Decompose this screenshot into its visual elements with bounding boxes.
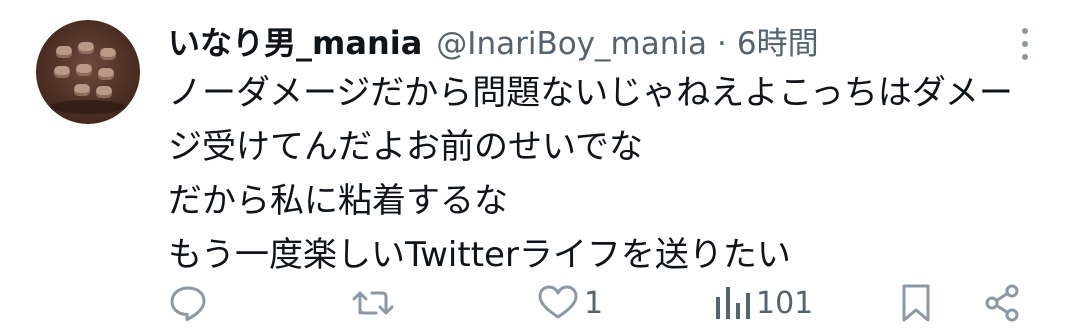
- tweet-header: いなり男_mania @InariBoy_mania · 6時間: [168, 18, 819, 66]
- like-count: 1: [584, 285, 604, 321]
- share-icon: [985, 284, 1019, 322]
- views-button[interactable]: 101: [712, 278, 813, 328]
- bookmark-button[interactable]: [896, 278, 936, 328]
- user-handle[interactable]: @InariBoy_mania: [436, 26, 707, 62]
- heart-icon: [538, 285, 578, 319]
- more-options-icon[interactable]: [1016, 26, 1036, 62]
- action-bar: 1 101: [0, 278, 1080, 328]
- timestamp[interactable]: 6時間: [737, 18, 819, 63]
- view-count: 101: [756, 285, 814, 321]
- reply-button[interactable]: [168, 278, 208, 328]
- bookmark-icon: [902, 284, 930, 322]
- tweet-text-line: ジ受けてんだよお前のせいでな: [168, 127, 643, 167]
- avatar[interactable]: [36, 20, 140, 124]
- avatar-food-icon: [74, 84, 90, 96]
- avatar-food-icon: [76, 64, 92, 76]
- tweet-text-line: だから私に粘着するな: [168, 181, 508, 221]
- reply-icon: [170, 286, 206, 321]
- share-button[interactable]: [982, 278, 1022, 328]
- avatar-food-icon: [56, 46, 72, 58]
- avatar-food-icon: [54, 66, 70, 78]
- tweet-text: ノーダメージだから問題ないじゃねえよこっちはダメー ジ受けてんだよお前のせいでな…: [168, 66, 1058, 282]
- avatar-food-icon: [78, 42, 94, 54]
- tweet-card[interactable]: いなり男_mania @InariBoy_mania · 6時間 ノーダメージだ…: [0, 0, 1080, 336]
- display-name[interactable]: いなり男_mania: [168, 18, 422, 64]
- separator-dot: ·: [716, 26, 727, 62]
- avatar-food-icon: [100, 48, 116, 60]
- avatar-plate: [50, 100, 126, 114]
- like-button[interactable]: 1: [536, 278, 603, 328]
- tweet-text-line: もう一度楽しいTwitterライフを送りたい: [168, 235, 791, 275]
- views-icon: [716, 287, 750, 319]
- avatar-food-icon: [96, 86, 112, 98]
- tweet-text-line: ノーダメージだから問題ないじゃねえよこっちはダメー: [168, 73, 1013, 113]
- avatar-food-icon: [98, 68, 114, 80]
- retweet-button[interactable]: [352, 278, 396, 328]
- retweet-icon: [352, 291, 394, 315]
